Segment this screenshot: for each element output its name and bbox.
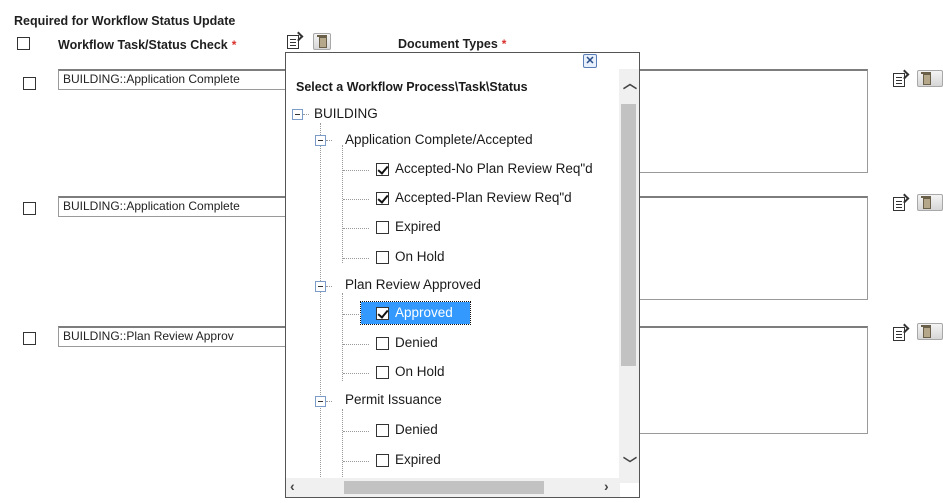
workflow-task-column-header: Workflow Task/Status Check *	[58, 38, 236, 52]
tree-task[interactable]: Permit Issuance	[345, 392, 442, 407]
status-checkbox[interactable]	[376, 366, 389, 379]
horizontal-scroll-thumb[interactable]	[344, 481, 544, 494]
row-checkbox[interactable]	[23, 77, 36, 90]
tree-line	[343, 170, 369, 171]
scroll-down-icon[interactable]: ﹀	[623, 454, 637, 474]
horizontal-scrollbar[interactable]: ‹ ›	[286, 478, 620, 497]
collapse-toggle[interactable]	[315, 396, 326, 407]
scroll-right-icon[interactable]: ›	[604, 478, 609, 494]
workflow-selector-popup: ✕ Select a Workflow Process\Task\Status …	[285, 52, 640, 498]
trash-icon[interactable]	[313, 33, 331, 50]
scroll-up-icon[interactable]: ︿	[623, 73, 637, 93]
trash-icon[interactable]	[917, 70, 943, 87]
document-types-column-header: Document Types *	[398, 37, 506, 51]
tree-line	[326, 401, 332, 402]
status-checkbox[interactable]	[376, 192, 389, 205]
tree-status[interactable]: On Hold	[395, 364, 445, 379]
document-types-field[interactable]	[636, 196, 868, 300]
tree-line	[343, 258, 369, 259]
status-checkbox[interactable]	[376, 251, 389, 264]
edit-document-icon[interactable]	[287, 35, 299, 49]
collapse-toggle[interactable]	[292, 109, 303, 120]
vertical-scroll-thumb[interactable]	[621, 104, 636, 366]
scroll-left-icon[interactable]: ‹	[290, 478, 295, 494]
tree-line	[343, 431, 369, 432]
tree-line	[343, 228, 369, 229]
tree-status[interactable]: Accepted-No Plan Review Req"d	[395, 161, 593, 176]
document-types-field[interactable]	[636, 326, 868, 434]
trash-icon[interactable]	[917, 323, 943, 340]
status-checkbox[interactable]	[376, 163, 389, 176]
row-checkbox[interactable]	[23, 202, 36, 215]
tree-status[interactable]: On Hold	[395, 249, 445, 264]
collapse-toggle[interactable]	[315, 135, 326, 146]
status-checkbox[interactable]	[376, 307, 389, 320]
required-marker: *	[501, 37, 507, 51]
workflow-task-field[interactable]: BUILDING::Plan Review Approv	[58, 326, 286, 347]
trash-icon[interactable]	[917, 194, 943, 211]
section-title: Required for Workflow Status Update	[14, 14, 236, 28]
workflow-task-field[interactable]: BUILDING::Application Complete	[58, 196, 286, 217]
workflow-task-field[interactable]: BUILDING::Application Complete	[58, 69, 286, 90]
status-checkbox[interactable]	[376, 337, 389, 350]
tree-line	[342, 409, 343, 479]
tree-status[interactable]: Accepted-Plan Review Req"d	[395, 190, 572, 205]
vertical-scrollbar[interactable]: ︿ ﹀	[619, 69, 639, 483]
document-types-field[interactable]	[636, 69, 868, 173]
tree-status[interactable]: Expired	[395, 452, 441, 467]
edit-document-icon[interactable]	[893, 327, 905, 341]
tree-line	[320, 123, 321, 483]
tree-line	[326, 140, 332, 141]
column-label: Workflow Task/Status Check	[58, 38, 228, 52]
required-marker: *	[231, 38, 237, 52]
status-checkbox[interactable]	[376, 454, 389, 467]
tree-status-selected[interactable]: Approved	[395, 305, 453, 320]
tree-root-building[interactable]: BUILDING	[314, 106, 378, 121]
tree-task[interactable]: Application Complete/Accepted	[345, 132, 533, 147]
tree-line	[343, 344, 369, 345]
row-checkbox[interactable]	[23, 332, 36, 345]
tree-line	[343, 461, 369, 462]
tree-status[interactable]: Denied	[395, 422, 438, 437]
tree-status[interactable]: Expired	[395, 219, 441, 234]
status-checkbox[interactable]	[376, 424, 389, 437]
tree-line	[343, 373, 369, 374]
tree-line	[343, 199, 369, 200]
edit-document-icon[interactable]	[893, 197, 905, 211]
tree-line	[326, 286, 332, 287]
tree-line	[342, 293, 343, 381]
status-checkbox[interactable]	[376, 221, 389, 234]
tree-line	[342, 145, 343, 263]
popup-title: Select a Workflow Process\Task\Status	[296, 80, 528, 94]
edit-document-icon[interactable]	[893, 73, 905, 87]
column-label: Document Types	[398, 37, 498, 51]
tree-line	[303, 114, 309, 115]
select-all-checkbox[interactable]	[17, 37, 30, 50]
collapse-toggle[interactable]	[315, 281, 326, 292]
tree-status[interactable]: Denied	[395, 335, 438, 350]
tree-line	[343, 314, 363, 315]
close-icon[interactable]: ✕	[583, 54, 597, 68]
tree-task[interactable]: Plan Review Approved	[345, 277, 481, 292]
